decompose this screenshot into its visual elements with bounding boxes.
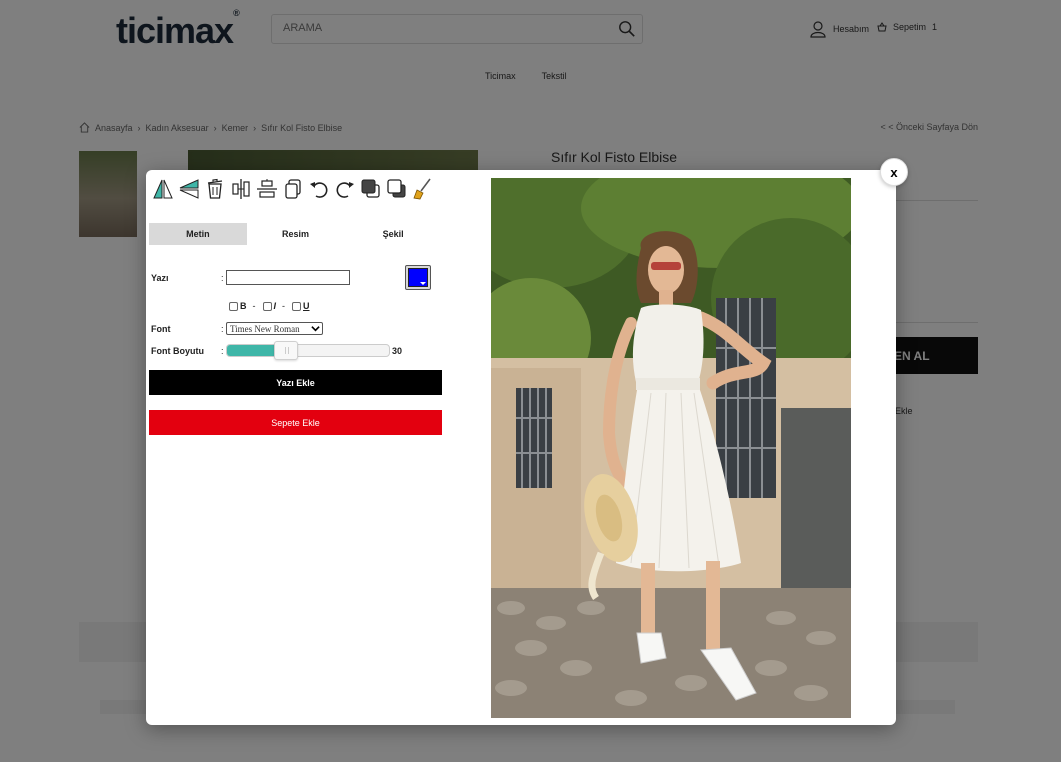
tab-image[interactable]: Resim	[247, 223, 345, 245]
colon: :	[221, 324, 224, 334]
font-select-value: Times New Roman	[230, 323, 300, 334]
redo-icon[interactable]	[334, 178, 356, 200]
text-label: Yazı	[151, 273, 169, 283]
text-color-picker[interactable]	[405, 265, 431, 290]
chevron-down-icon	[311, 326, 320, 332]
align-center-vertical-icon[interactable]	[230, 178, 252, 200]
copy-icon[interactable]	[282, 178, 304, 200]
separator: -	[282, 301, 286, 311]
add-to-cart-button[interactable]: Sepete Ekle	[149, 410, 442, 435]
color-swatch	[408, 268, 428, 287]
send-to-back-icon[interactable]	[386, 178, 408, 200]
text-format-options: B - I - U	[229, 301, 312, 311]
product-preview-image	[491, 178, 851, 718]
flip-vertical-icon[interactable]	[178, 178, 200, 200]
designer-tabs: Metin Resim Şekil	[149, 223, 442, 245]
underline-label: U	[303, 301, 310, 311]
font-size-label: Font Boyutu	[151, 346, 204, 356]
add-text-button[interactable]: Yazı Ekle	[149, 370, 442, 395]
align-center-horizontal-icon[interactable]	[256, 178, 278, 200]
trash-icon[interactable]	[204, 178, 226, 200]
font-label: Font	[151, 324, 171, 334]
undo-icon[interactable]	[308, 178, 330, 200]
underline-checkbox[interactable]	[292, 301, 302, 311]
font-size-value: 30	[392, 346, 403, 356]
colon: :	[221, 346, 224, 356]
separator: -	[252, 301, 256, 311]
italic-label: I	[273, 301, 277, 311]
colon: :	[221, 273, 224, 283]
tab-text[interactable]: Metin	[149, 223, 247, 245]
text-input[interactable]	[226, 270, 350, 285]
bold-checkbox[interactable]	[229, 301, 238, 311]
flip-horizontal-icon[interactable]	[152, 178, 174, 200]
designer-toolbar	[152, 178, 434, 200]
product-designer-modal: Metin Resim Şekil Yazı : B - I - U Font …	[146, 170, 896, 725]
italic-checkbox[interactable]	[262, 301, 272, 311]
bold-label: B	[240, 301, 247, 311]
bring-to-front-icon[interactable]	[360, 178, 382, 200]
dress-photo	[491, 178, 851, 718]
slider-handle[interactable]	[274, 341, 298, 360]
tab-shape[interactable]: Şekil	[344, 223, 442, 245]
close-modal-button[interactable]: x	[880, 158, 908, 186]
font-size-slider[interactable]	[226, 341, 390, 360]
clear-brush-icon[interactable]	[412, 178, 434, 200]
font-select[interactable]: Times New Roman	[226, 322, 323, 335]
